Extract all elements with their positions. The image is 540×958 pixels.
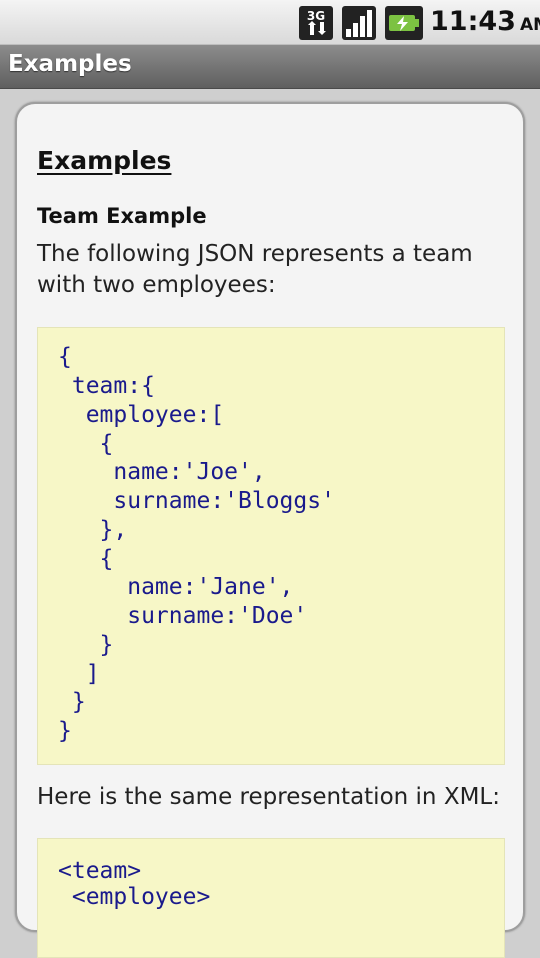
code-line: employee:[ — [58, 402, 225, 428]
code-line: name:'Joe', — [58, 459, 266, 485]
code-line: { — [58, 546, 114, 572]
code-line: }, — [58, 517, 128, 543]
subsection-heading: Team Example — [37, 204, 207, 228]
clock-ampm: AM — [519, 15, 540, 35]
json-code-block: { team:{ employee:[ { name:'Joe', surnam… — [37, 327, 505, 765]
battery-charging-icon — [385, 6, 423, 40]
code-line: { — [58, 431, 114, 457]
xml-intro-paragraph: Here is the same representation in XML: — [37, 784, 500, 810]
3g-data-icon: 3G — [299, 6, 333, 40]
status-bar: 3G 11:43AM — [0, 0, 540, 45]
code-line: surname:'Doe' — [58, 603, 308, 629]
app-title: Examples — [8, 51, 132, 77]
code-line: } — [58, 632, 114, 658]
content-panel[interactable]: Examples Team Example The following JSON… — [15, 102, 525, 958]
section-heading: Examples — [37, 146, 172, 175]
code-line: } — [58, 718, 72, 744]
clock-time: 11:43 — [430, 6, 516, 37]
code-line: ] — [58, 661, 100, 687]
signal-strength-icon — [342, 6, 376, 40]
code-line: { — [58, 344, 72, 370]
intro-paragraph: The following JSON represents a team wit… — [37, 241, 473, 298]
code-line: name:'Jane', — [58, 574, 294, 600]
code-line: } — [58, 689, 86, 715]
code-line: team:{ — [58, 373, 155, 399]
code-line: <employee> — [58, 884, 211, 910]
svg-text:3G: 3G — [307, 9, 325, 23]
status-clock: 11:43AM — [430, 6, 540, 37]
code-line: surname:'Bloggs' — [58, 488, 335, 514]
code-line: <team> — [58, 858, 142, 884]
app-title-bar: Examples — [0, 45, 540, 89]
xml-code-block: <team> <employee> — [37, 838, 505, 958]
